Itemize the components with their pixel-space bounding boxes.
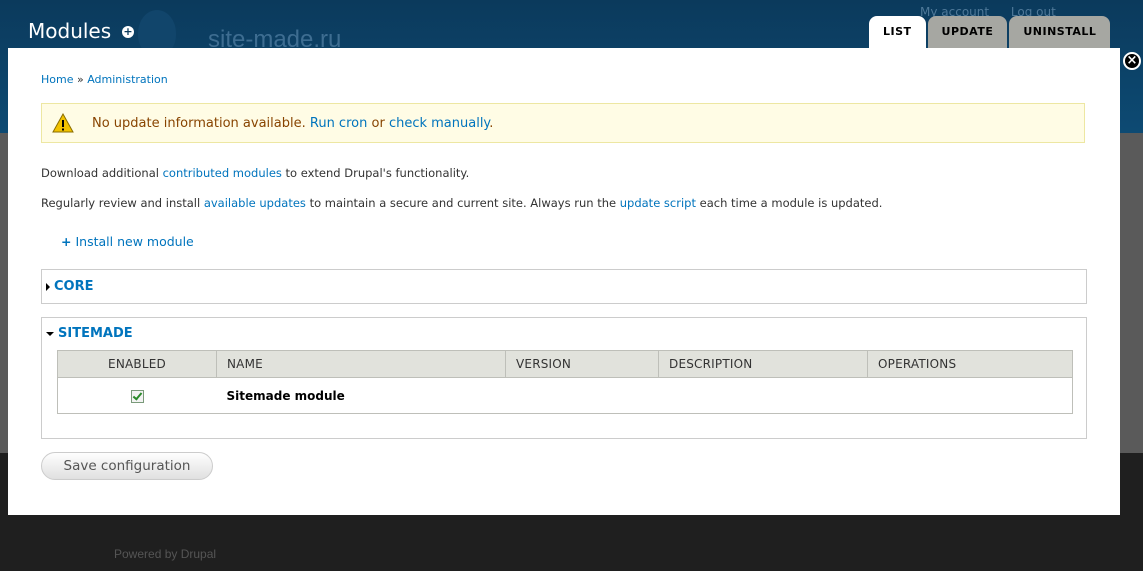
module-name: Sitemade module xyxy=(216,377,506,414)
modules-table: ENABLED NAME VERSION DESCRIPTION OPERATI… xyxy=(57,350,1073,414)
help2-post: each time a module is updated. xyxy=(699,196,883,210)
help2-pre: Regularly review and install xyxy=(41,196,201,210)
module-enabled-checkbox[interactable] xyxy=(130,389,144,403)
fieldset-sitemade-label: SITEMADE xyxy=(58,326,133,341)
breadcrumb: Home » Administration xyxy=(41,73,168,86)
message-or: or xyxy=(371,116,385,131)
help1-pre: Download additional xyxy=(41,166,159,180)
plus-icon: + xyxy=(61,234,72,249)
contributed-modules-link[interactable]: contributed modules xyxy=(163,166,282,180)
help1-post: to extend Drupal's functionality. xyxy=(285,166,470,180)
breadcrumb-separator: » xyxy=(76,73,84,86)
header-description: DESCRIPTION xyxy=(658,350,868,378)
header-name: NAME xyxy=(216,350,506,378)
collapsed-arrow-icon xyxy=(46,282,50,291)
header-version: VERSION xyxy=(505,350,659,378)
header-operations: OPERATIONS xyxy=(867,350,1073,378)
close-overlay-icon[interactable]: × xyxy=(1123,52,1141,70)
table-header-row: ENABLED NAME VERSION DESCRIPTION OPERATI… xyxy=(57,350,1073,378)
message-end: . xyxy=(489,116,494,131)
check-manually-link[interactable]: check manually xyxy=(389,116,489,131)
tab-list[interactable]: LIST xyxy=(869,16,926,48)
breadcrumb-administration[interactable]: Administration xyxy=(87,73,168,86)
fieldset-sitemade: SITEMADE ENABLED NAME VERSION DESCRIPTIO… xyxy=(41,317,1087,439)
tab-update[interactable]: UPDATE xyxy=(927,16,1008,48)
warning-message: No update information available. Run cro… xyxy=(41,103,1085,143)
update-script-link[interactable]: update script xyxy=(620,196,696,210)
install-new-module-label: Install new module xyxy=(75,234,194,249)
help-text-updates: Regularly review and install available u… xyxy=(41,196,882,210)
fieldset-core-toggle[interactable]: CORE xyxy=(46,279,93,294)
overlay-content: Home » Administration No update informat… xyxy=(8,48,1120,515)
fieldset-core: CORE xyxy=(41,269,1087,304)
module-version xyxy=(505,377,659,414)
tab-uninstall[interactable]: UNINSTALL xyxy=(1009,16,1111,48)
add-shortcut-icon[interactable]: + xyxy=(122,26,134,38)
table-row: Sitemade module xyxy=(57,377,1073,414)
install-new-module-link[interactable]: + Install new module xyxy=(61,234,194,249)
fieldset-sitemade-toggle[interactable]: SITEMADE xyxy=(46,326,133,341)
expanded-arrow-icon xyxy=(46,331,54,336)
page-title: Modules xyxy=(28,19,112,43)
tab-bar: LIST UPDATE UNINSTALL xyxy=(869,16,1111,48)
module-description xyxy=(658,377,868,414)
module-operations xyxy=(867,377,1073,414)
warning-icon xyxy=(52,113,74,133)
enabled-cell xyxy=(57,377,217,414)
save-configuration-button[interactable]: Save configuration xyxy=(41,452,213,480)
run-cron-link[interactable]: Run cron xyxy=(310,116,367,131)
header-enabled: ENABLED xyxy=(57,350,217,378)
breadcrumb-home[interactable]: Home xyxy=(41,73,73,86)
fieldset-core-label: CORE xyxy=(54,279,94,294)
available-updates-link[interactable]: available updates xyxy=(204,196,306,210)
help2-mid: to maintain a secure and current site. A… xyxy=(309,196,617,210)
powered-by: Powered by Drupal xyxy=(114,547,217,561)
message-text: No update information available. xyxy=(92,116,306,131)
help-text-contributed: Download additional contributed modules … xyxy=(41,166,469,180)
